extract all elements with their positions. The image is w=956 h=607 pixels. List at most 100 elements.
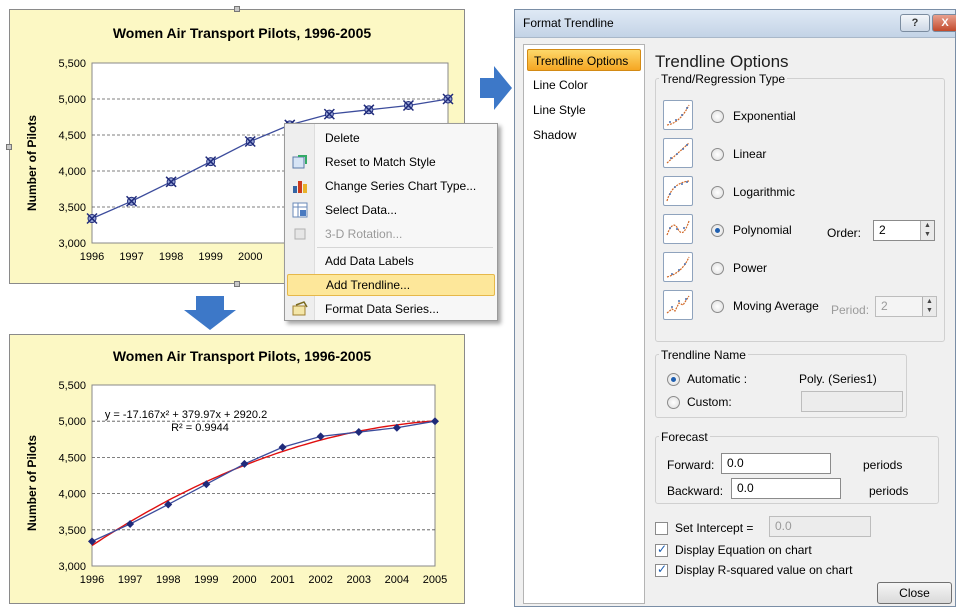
linear-trend-icon [663, 138, 693, 168]
x-tick-label: 1998 [159, 251, 183, 263]
section-heading: Trendline Options [655, 52, 789, 71]
resize-handle-top[interactable] [234, 6, 240, 12]
x-tick-label: 2000 [232, 574, 256, 586]
chart-with-trendline[interactable]: Women Air Transport Pilots, 1996-2005 Nu… [9, 334, 465, 604]
custom-name-input[interactable] [801, 391, 903, 412]
x-tick-label: 1998 [156, 574, 180, 586]
power-trend-icon [663, 252, 693, 282]
polynomial-trend-icon [663, 214, 693, 244]
nav-shadow[interactable]: Shadow [527, 124, 641, 146]
resize-handle-left[interactable] [6, 144, 12, 150]
exponential-radio[interactable] [711, 110, 724, 123]
trend-type-group-label: Trend/Regression Type [659, 72, 788, 86]
menu-item-label: Reset to Match Style [325, 155, 436, 169]
y-tick-label: 4,000 [58, 489, 86, 501]
x-tick-label: 1996 [80, 251, 104, 263]
menu-item-label: Format Data Series... [325, 302, 440, 316]
spin-down-icon[interactable]: ▼ [921, 230, 934, 239]
forward-periods-input[interactable]: 0.0 [721, 453, 831, 474]
resize-handle-bottom[interactable] [234, 281, 240, 287]
y-tick-label: 4,500 [58, 452, 86, 464]
chart-title: Women Air Transport Pilots, 1996-2005 [113, 25, 372, 41]
x-tick-label: 1999 [194, 574, 218, 586]
trendline-name-group-label: Trendline Name [659, 348, 748, 362]
order-stepper[interactable]: 2 ▲ ▼ [873, 220, 935, 241]
automatic-name-label: Automatic : [687, 372, 748, 386]
data-point [402, 99, 414, 112]
menu-item-add-trendline[interactable]: Add Trendline... [287, 274, 495, 296]
spin-up-icon[interactable]: ▲ [921, 221, 934, 230]
display-r2-label: Display R-squared value on chart [675, 563, 853, 577]
backward-label: Backward: [667, 484, 724, 498]
period-value: 2 [881, 299, 888, 313]
automatic-name-radio[interactable] [667, 373, 680, 386]
set-intercept-checkbox[interactable] [655, 522, 668, 535]
y-axis-title: Number of Pilots [25, 435, 39, 531]
period-label: Period: [831, 303, 870, 317]
moving-average-trend-icon [663, 290, 693, 320]
menu-item-label: Add Trendline... [326, 278, 411, 292]
dialog-title: Format Trendline [523, 16, 614, 30]
display-equation-label: Display Equation on chart [675, 543, 812, 557]
order-value: 2 [879, 223, 886, 237]
linear-label: Linear [733, 147, 767, 161]
menu-item-3d-rotation[interactable]: 3-D Rotation... [287, 223, 495, 245]
spin-down-icon[interactable]: ▼ [923, 306, 936, 315]
x-tick-label: 2003 [347, 574, 371, 586]
backward-periods-unit: periods [869, 484, 909, 498]
close-x-button[interactable]: X [932, 14, 956, 32]
data-point [86, 212, 98, 225]
display-equation-checkbox[interactable] [655, 542, 668, 557]
format-series-icon [287, 301, 313, 317]
menu-item-delete[interactable]: Delete [287, 127, 495, 149]
help-button[interactable]: ? [900, 14, 930, 32]
spin-up-icon[interactable]: ▲ [923, 297, 936, 306]
set-intercept-input[interactable]: 0.0 [769, 516, 871, 537]
power-label: Power [733, 261, 768, 275]
reset-style-icon [287, 154, 313, 170]
menu-item-change-chart-type[interactable]: Change Series Chart Type... [287, 175, 495, 197]
arrow-down-icon [184, 296, 236, 330]
exponential-trend-icon [663, 100, 693, 130]
x-tick-label: 1997 [119, 251, 143, 263]
menu-item-reset-style[interactable]: Reset to Match Style [287, 151, 495, 173]
power-radio[interactable] [711, 262, 724, 275]
close-button[interactable]: Close [877, 582, 952, 604]
nav-line-style[interactable]: Line Style [527, 99, 641, 121]
select-data-icon [287, 202, 313, 218]
moving-average-radio[interactable] [711, 300, 724, 313]
dialog-content: Trendline Options Trend/Regression Type … [649, 44, 953, 577]
logarithmic-label: Logarithmic [733, 185, 796, 199]
backward-periods-input[interactable]: 0.0 [731, 478, 841, 499]
y-tick-label: 5,000 [58, 416, 86, 428]
linear-radio[interactable] [711, 148, 724, 161]
period-stepper[interactable]: 2 ▲ ▼ [875, 296, 937, 317]
custom-name-radio[interactable] [667, 396, 680, 409]
menu-item-format-data-series[interactable]: Format Data Series... [287, 298, 495, 320]
series-context-menu: Delete Reset to Match Style Change Serie… [284, 123, 498, 321]
x-tick-label: 2005 [423, 574, 447, 586]
display-r2-checkbox[interactable] [655, 562, 668, 577]
x-tick-label: 2002 [308, 574, 332, 586]
automatic-name-value: Poly. (Series1) [799, 372, 877, 386]
polynomial-radio[interactable] [711, 224, 724, 237]
trendline-r2-label: R² = 0.9944 [171, 422, 229, 434]
logarithmic-radio[interactable] [711, 186, 724, 199]
x-tick-label: 2000 [238, 251, 262, 263]
set-intercept-label: Set Intercept = [675, 521, 754, 535]
nav-trendline-options[interactable]: Trendline Options [527, 49, 641, 71]
data-point [323, 108, 335, 120]
exponential-label: Exponential [733, 109, 796, 123]
dialog-titlebar[interactable]: Format Trendline ? X [515, 10, 956, 38]
rotation-3d-icon [287, 226, 313, 242]
x-tick-label: 2001 [270, 574, 294, 586]
x-tick-label: 1996 [80, 574, 104, 586]
nav-line-color[interactable]: Line Color [527, 74, 641, 96]
y-tick-label: 3,500 [58, 202, 86, 214]
polynomial-label: Polynomial [733, 223, 792, 237]
data-point [165, 176, 177, 188]
menu-item-select-data[interactable]: Select Data... [287, 199, 495, 221]
chart-title: Women Air Transport Pilots, 1996-2005 [113, 348, 372, 364]
menu-item-add-data-labels[interactable]: Add Data Labels [287, 250, 495, 272]
y-tick-label: 3,000 [58, 561, 86, 573]
